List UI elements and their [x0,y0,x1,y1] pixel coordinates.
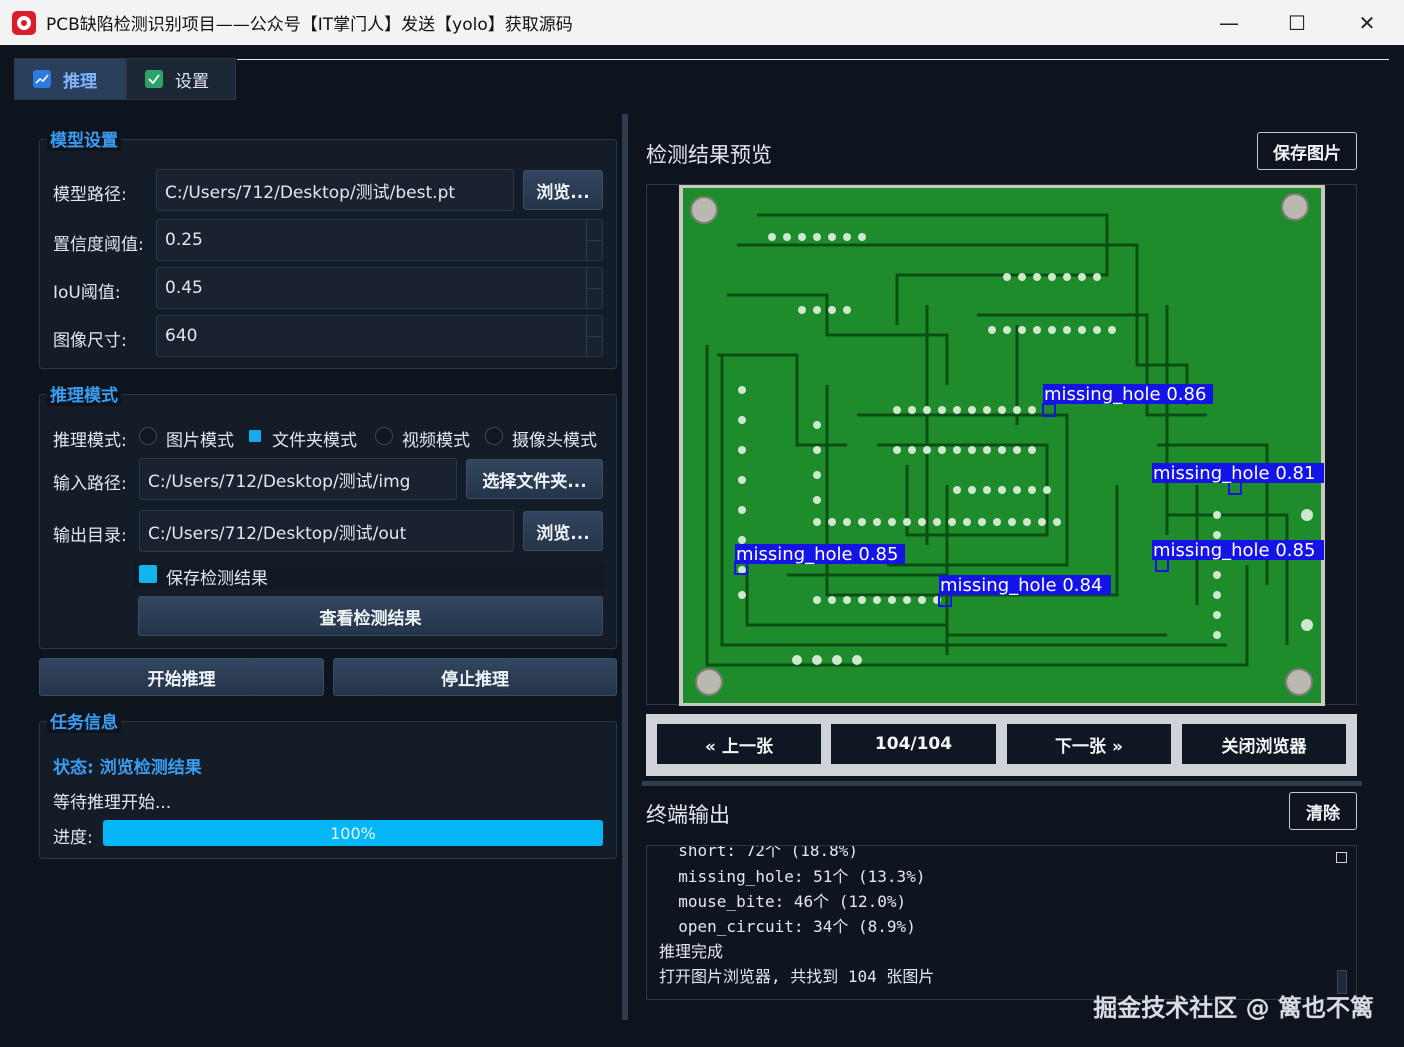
progress-text: 100% [330,823,376,843]
detection-label: missing_hole 0.85 [736,544,899,565]
chart-icon [33,70,51,88]
view-results-button[interactable]: 查看检测结果 [138,596,603,636]
mode-label: 推理模式: [53,431,127,451]
maximize-button[interactable]: ☐ [1262,0,1332,45]
model-path-value: C:/Users/712/Desktop/测试/best.pt [165,182,456,203]
tab-underline [237,59,1389,60]
terminal-line: 打开图片浏览器, 共找到 104 张图片 [659,967,935,986]
confidence-label: 置信度阈值: [53,235,144,255]
tab-inference[interactable]: 推理 [14,58,126,100]
output-dir-value: C:/Users/712/Desktop/测试/out [148,523,407,544]
splitter-handle[interactable] [622,114,628,1020]
preview-panel: missing_hole 0.86 missing_hole 0.81 miss… [646,184,1357,706]
iou-label: IoU阈值: [53,283,121,303]
inference-mode-title: 推理模式 [47,381,121,406]
minimize-button[interactable]: — [1194,0,1264,45]
terminal-line: 推理完成 [659,942,724,961]
input-path-field[interactable]: C:/Users/712/Desktop/测试/img [139,458,457,500]
image-navigation-bar: « 上一张 104/104 下一张 » 关闭浏览器 [646,714,1357,776]
model-path-label: 模型路径: [53,185,127,205]
camera-mode-radio[interactable] [485,427,503,445]
model-settings-title: 模型设置 [47,126,121,151]
folder-mode-label[interactable]: 文件夹模式 [272,426,357,451]
app-logo-icon [12,10,36,35]
image-size-label: 图像尺寸: [53,331,127,351]
output-dir-field[interactable]: C:/Users/712/Desktop/测试/out [139,510,514,552]
status-text: 状态: 浏览检测结果 [53,758,202,778]
confidence-value: 0.25 [165,230,203,250]
iou-value: 0.45 [165,278,203,298]
scroll-up-arrow[interactable] [1336,852,1347,863]
confidence-spinbox[interactable]: 0.25 [156,219,603,261]
camera-mode-label[interactable]: 摄像头模式 [512,426,597,451]
image-counter: 104/104 [831,724,996,764]
tab-settings-label: 设置 [175,71,209,92]
pcb-image [679,185,1325,706]
detection-label: missing_hole 0.85 [1153,540,1316,561]
image-mode-radio[interactable] [139,427,157,445]
image-size-spinbox[interactable]: 640 [156,315,603,357]
status-message: 等待推理开始... [53,793,172,813]
close-browser-button[interactable]: 关闭浏览器 [1182,724,1346,764]
terminal-title: 终端输出 [646,803,730,827]
detection-label: missing_hole 0.81 [1153,463,1316,484]
input-path-label: 输入路径: [53,474,127,494]
progress-label: 进度: [53,828,93,848]
terminal-line: open_circuit: 34个 (8.9%) [659,917,916,936]
model-path-input[interactable]: C:/Users/712/Desktop/测试/best.pt [156,169,514,211]
output-dir-label: 输出目录: [53,526,127,546]
preview-title: 检测结果预览 [646,143,772,167]
save-results-label[interactable]: 保存检测结果 [166,564,268,589]
output-browse-button[interactable]: 浏览... [523,511,603,551]
tab-bar: 推理 设置 [14,58,236,100]
detection-label: missing_hole 0.86 [1044,384,1207,405]
confidence-spin-arrows[interactable] [586,220,602,260]
iou-spinbox[interactable]: 0.45 [156,267,603,309]
detection-label: missing_hole 0.84 [940,575,1103,596]
video-mode-label[interactable]: 视频模式 [402,426,470,451]
terminal-line: missing_hole: 51个 (13.3%) [659,867,926,886]
watermark: 掘金技术社区 @ 篱也不篱 [1093,994,1374,1022]
image-size-spin-arrows[interactable] [586,316,602,356]
input-path-value: C:/Users/712/Desktop/测试/img [148,471,411,492]
task-info-title: 任务信息 [47,708,121,733]
save-image-button[interactable]: 保存图片 [1257,132,1357,170]
save-results-checkbox[interactable] [139,565,157,583]
folder-mode-radio[interactable] [249,430,261,442]
start-inference-button[interactable]: 开始推理 [39,658,324,696]
progress-bar: 100% [103,820,603,846]
terminal-scrollbar[interactable] [1336,852,1348,994]
tab-inference-label: 推理 [63,71,97,92]
image-mode-label[interactable]: 图片模式 [166,426,234,451]
tab-settings[interactable]: 设置 [126,58,236,100]
terminal-line: short: 72个 (18.8%) [659,845,859,860]
terminal-line: mouse_bite: 46个 (12.0%) [659,892,907,911]
previous-image-button[interactable]: « 上一张 [657,724,821,764]
select-folder-button[interactable]: 选择文件夹... [466,459,603,499]
stop-inference-button[interactable]: 停止推理 [333,658,617,696]
model-browse-button[interactable]: 浏览... [523,170,603,210]
close-button[interactable]: ✕ [1332,0,1402,45]
clear-button[interactable]: 清除 [1289,792,1357,830]
check-icon [145,70,163,88]
panel-divider[interactable] [642,781,1362,786]
title-bar: PCB缺陷检测识别项目——公众号【IT掌门人】发送【yolo】获取源码 — ☐ … [0,0,1404,45]
video-mode-radio[interactable] [375,427,393,445]
window-title: PCB缺陷检测识别项目——公众号【IT掌门人】发送【yolo】获取源码 [46,15,573,35]
image-size-value: 640 [165,326,198,346]
terminal-output[interactable]: short: 72个 (18.8%) missing_hole: 51个 (13… [646,845,1357,1000]
iou-spin-arrows[interactable] [586,268,602,308]
next-image-button[interactable]: 下一张 » [1007,724,1171,764]
